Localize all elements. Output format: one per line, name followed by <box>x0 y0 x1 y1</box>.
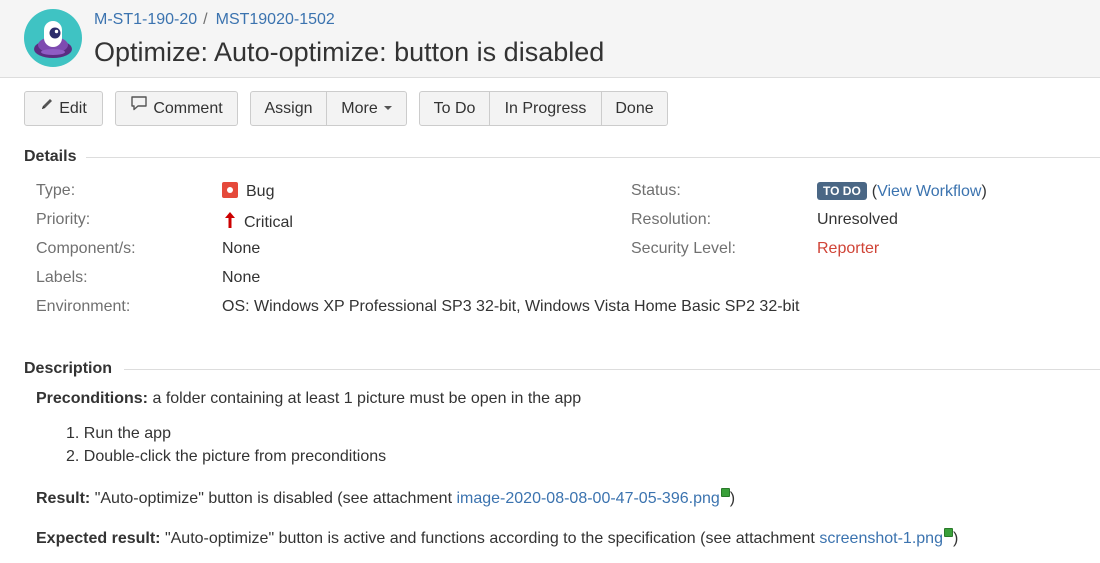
result-label: Result: <box>36 490 91 507</box>
labels-value: None <box>222 269 261 286</box>
more-button-label: More <box>341 100 378 117</box>
security-level-label: Security Level: <box>631 240 736 257</box>
result-close-paren: ) <box>729 490 736 507</box>
breadcrumb: M-ST1-190-20 / MST19020-1502 <box>94 11 335 29</box>
components-value: None <box>222 240 261 257</box>
result-attachment-link[interactable]: image-2020-08-08-00-47-05-396.png <box>456 490 719 507</box>
environment-value: OS: Windows XP Professional SP3 32-bit, … <box>222 298 800 315</box>
expected-result-label: Expected result: <box>36 530 161 547</box>
preconditions-text: a folder containing at least 1 picture m… <box>152 390 582 407</box>
status-badge: TO DO <box>817 182 867 200</box>
done-button[interactable]: Done <box>601 91 668 126</box>
preconditions-paragraph: Preconditions: a folder containing at le… <box>36 390 581 408</box>
expected-result-text: "Auto-optimize" button is active and fun… <box>164 530 815 547</box>
resolution-label: Resolution: <box>631 211 712 228</box>
view-workflow-link[interactable]: View Workflow <box>877 183 981 200</box>
comment-icon <box>130 90 148 123</box>
description-heading: Description <box>24 360 113 377</box>
page-title: Optimize: Auto-optimize: button is disab… <box>94 37 605 67</box>
expected-attachment-link[interactable]: screenshot-1.png <box>819 530 943 547</box>
environment-label: Environment: <box>36 298 131 315</box>
bug-icon <box>222 182 238 198</box>
comment-button-label: Comment <box>153 100 223 117</box>
attachment-icon <box>943 528 953 537</box>
details-divider <box>86 157 1100 158</box>
priority-label: Priority: <box>36 211 91 228</box>
steps-list: 1. Run the app 2. Double-click the pictu… <box>66 422 386 468</box>
status-label: Status: <box>631 182 681 199</box>
breadcrumb-issue-link[interactable]: MST19020-1502 <box>216 11 335 28</box>
comment-button[interactable]: Comment <box>115 91 238 126</box>
type-label: Type: <box>36 182 76 199</box>
description-divider <box>124 369 1100 370</box>
status-value: TO DO (View Workflow) <box>817 182 987 201</box>
attachment-icon <box>720 488 730 497</box>
close-paren: ) <box>981 183 987 200</box>
project-avatar-icon[interactable] <box>24 9 82 67</box>
edit-button[interactable]: Edit <box>24 91 103 126</box>
preconditions-label: Preconditions: <box>36 390 149 407</box>
breadcrumb-separator: / <box>203 11 208 28</box>
issue-header: M-ST1-190-20 / MST19020-1502 Optimize: Aut… <box>0 0 1100 78</box>
in-progress-button[interactable]: In Progress <box>489 91 602 126</box>
result-paragraph: Result: "Auto-optimize" button is disabl… <box>36 488 735 508</box>
priority-critical-icon <box>222 211 238 234</box>
type-value-text: Bug <box>246 183 275 200</box>
labels-label: Labels: <box>36 269 88 286</box>
breadcrumb-project-link[interactable]: M-ST1-190-20 <box>94 11 197 28</box>
list-item: 1. Run the app <box>66 425 171 442</box>
edit-button-label: Edit <box>59 100 87 117</box>
components-label: Component/s: <box>36 240 136 257</box>
priority-value: Critical <box>222 211 293 234</box>
todo-button[interactable]: To Do <box>419 91 490 126</box>
type-value: Bug <box>222 182 274 201</box>
result-text: "Auto-optimize" button is disabled (see … <box>94 490 453 507</box>
resolution-value: Unresolved <box>817 211 898 228</box>
details-heading: Details <box>24 148 77 165</box>
expected-result-paragraph: Expected result: "Auto-optimize" button … <box>36 528 958 548</box>
chevron-down-icon <box>383 106 392 110</box>
more-button[interactable]: More <box>326 91 407 126</box>
pencil-icon <box>40 90 54 123</box>
priority-value-text: Critical <box>244 214 293 231</box>
list-item: 2. Double-click the picture from precond… <box>66 448 387 465</box>
assign-button[interactable]: Assign <box>250 91 327 126</box>
expected-close-paren: ) <box>952 530 959 547</box>
security-level-value: Reporter <box>817 240 880 257</box>
